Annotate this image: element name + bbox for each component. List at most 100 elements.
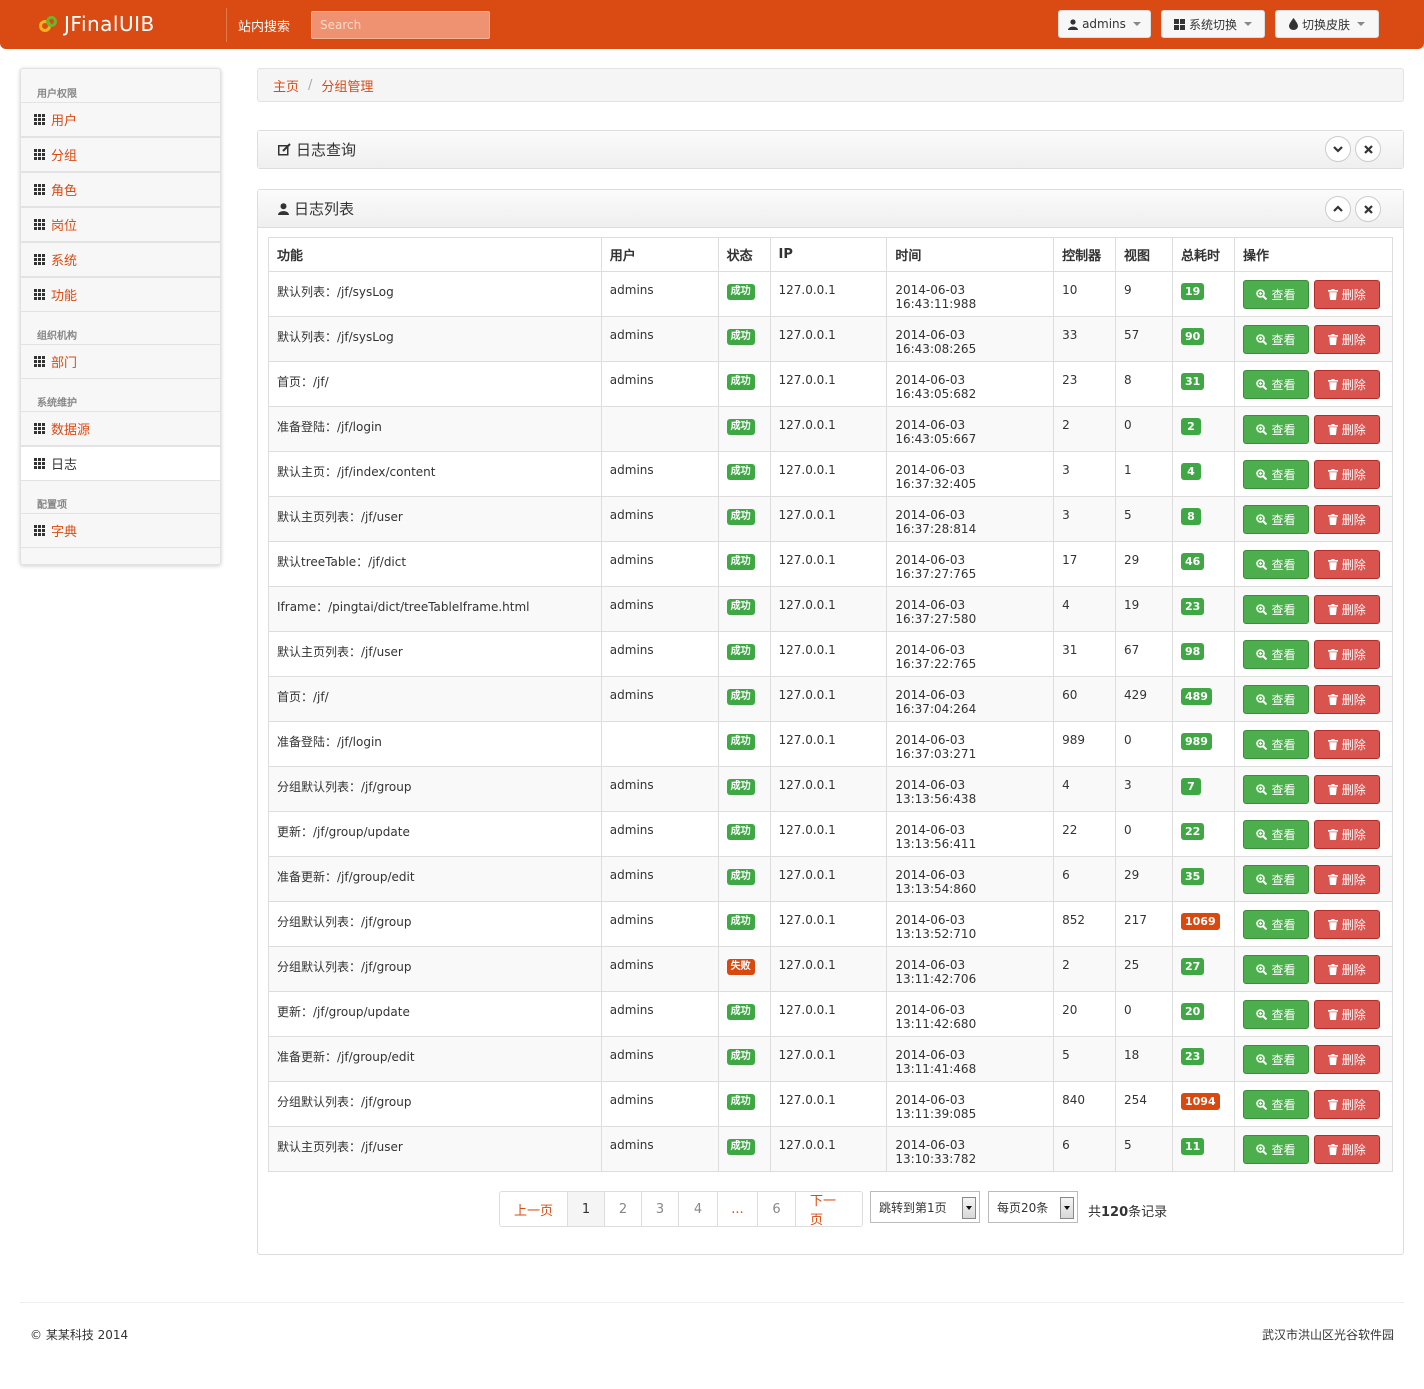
sidebar-item-roles[interactable]: 角色 <box>21 172 220 207</box>
delete-button[interactable]: 删除 <box>1313 730 1380 759</box>
user-menu-button[interactable]: admins <box>1058 10 1151 38</box>
close-panel-button[interactable] <box>1355 136 1381 162</box>
sidebar-item-logs[interactable]: 日志 <box>21 446 220 481</box>
cell-status: 成功 <box>717 811 771 857</box>
delete-button[interactable]: 删除 <box>1313 1000 1380 1029</box>
page-button-2[interactable]: 2 <box>605 1192 642 1226</box>
column-header: 时间 <box>886 237 1055 272</box>
page-ellipsis: ... <box>718 1192 758 1226</box>
delete-button[interactable]: 删除 <box>1313 910 1380 939</box>
delete-button[interactable]: 删除 <box>1313 1045 1380 1074</box>
delete-button[interactable]: 删除 <box>1313 865 1380 894</box>
trash-icon <box>1327 874 1338 885</box>
view-button-label: 查看 <box>1271 378 1296 392</box>
view-button[interactable]: 查看 <box>1242 415 1309 444</box>
cell-controller: 6 <box>1053 856 1117 902</box>
total-time-badge: 1094 <box>1180 1093 1220 1110</box>
view-button[interactable]: 查看 <box>1242 640 1309 669</box>
cell-total: 98 <box>1171 631 1235 677</box>
page-button-1[interactable]: 1 <box>568 1192 605 1226</box>
delete-button[interactable]: 删除 <box>1313 370 1380 399</box>
view-button[interactable]: 查看 <box>1242 730 1309 759</box>
sidebar-item-stations[interactable]: 岗位 <box>21 207 220 242</box>
total-time-badge: 19 <box>1180 283 1205 300</box>
view-button[interactable]: 查看 <box>1242 910 1309 939</box>
view-button[interactable]: 查看 <box>1242 820 1309 849</box>
trash-icon <box>1327 1099 1338 1110</box>
view-button[interactable]: 查看 <box>1242 775 1309 804</box>
delete-button[interactable]: 删除 <box>1313 460 1380 489</box>
delete-button[interactable]: 删除 <box>1313 685 1380 714</box>
page-size-select[interactable]: 每页20条 <box>988 1191 1078 1223</box>
page-button-3[interactable]: 3 <box>642 1192 679 1226</box>
view-button[interactable]: 查看 <box>1242 370 1309 399</box>
delete-button[interactable]: 删除 <box>1313 505 1380 534</box>
delete-button[interactable]: 删除 <box>1313 280 1380 309</box>
view-button[interactable]: 查看 <box>1242 865 1309 894</box>
page-button-6[interactable]: 6 <box>758 1192 796 1226</box>
collapse-button[interactable] <box>1325 196 1351 222</box>
sidebar-item-groups[interactable]: 分组 <box>21 137 220 172</box>
search-input[interactable] <box>311 11 490 39</box>
view-button[interactable]: 查看 <box>1242 685 1309 714</box>
status-badge: 成功 <box>726 869 755 885</box>
view-button-label: 查看 <box>1271 1098 1296 1112</box>
view-button[interactable]: 查看 <box>1242 1090 1309 1119</box>
cell-controller: 17 <box>1053 541 1117 587</box>
cell-function: 默认主页列表：/jf/user <box>268 631 602 677</box>
sidebar-item-label: 字典 <box>51 525 78 540</box>
jump-page-select[interactable]: 跳转到第1页 <box>870 1191 980 1223</box>
zoom-in-icon <box>1256 1054 1268 1065</box>
view-button[interactable]: 查看 <box>1242 505 1309 534</box>
status-badge: 成功 <box>726 1049 755 1065</box>
expand-button[interactable] <box>1325 136 1351 162</box>
view-button[interactable]: 查看 <box>1242 325 1309 354</box>
prev-page-button[interactable]: 上一页 <box>500 1192 568 1226</box>
delete-button[interactable]: 删除 <box>1313 550 1380 579</box>
sidebar-item-functions[interactable]: 功能 <box>21 277 220 312</box>
cell-ip: 127.0.0.1 <box>769 856 888 902</box>
sidebar-item-datasources[interactable]: 数据源 <box>21 411 220 446</box>
delete-button[interactable]: 删除 <box>1313 775 1380 804</box>
delete-button[interactable]: 删除 <box>1313 820 1380 849</box>
system-switch-button[interactable]: 系统切换 <box>1161 10 1265 38</box>
cell-time: 2014-06-03 13:13:56:438 <box>886 766 1055 812</box>
view-button[interactable]: 查看 <box>1242 1135 1309 1164</box>
delete-button[interactable]: 删除 <box>1313 595 1380 624</box>
cell-function: 分组默认列表：/jf/group <box>268 901 602 947</box>
sidebar-item-systems[interactable]: 系统 <box>21 242 220 277</box>
cell-total: 20 <box>1171 991 1235 1037</box>
breadcrumb: 主页 / 分组管理 <box>257 68 1404 102</box>
delete-button[interactable]: 删除 <box>1313 640 1380 669</box>
next-page-button[interactable]: 下一页 <box>796 1192 862 1226</box>
delete-button[interactable]: 删除 <box>1313 415 1380 444</box>
view-button[interactable]: 查看 <box>1242 550 1309 579</box>
view-button[interactable]: 查看 <box>1242 280 1309 309</box>
page-button-4[interactable]: 4 <box>679 1192 718 1226</box>
caret-down-icon <box>1244 22 1252 26</box>
view-button[interactable]: 查看 <box>1242 595 1309 624</box>
cell-user: admins <box>600 631 719 677</box>
sidebar-item-users[interactable]: 用户 <box>21 102 220 137</box>
zoom-in-icon <box>1256 784 1268 795</box>
brand[interactable]: JFinalUIB <box>38 9 155 39</box>
view-button[interactable]: 查看 <box>1242 1000 1309 1029</box>
view-button[interactable]: 查看 <box>1242 460 1309 489</box>
view-button[interactable]: 查看 <box>1242 1045 1309 1074</box>
view-button[interactable]: 查看 <box>1242 955 1309 984</box>
sidebar-header-organization: 组织机构 <box>37 331 77 342</box>
status-badge: 成功 <box>726 1139 755 1155</box>
skin-switch-button[interactable]: 切换皮肤 <box>1275 10 1379 38</box>
delete-button[interactable]: 删除 <box>1313 1135 1380 1164</box>
sidebar-item-departments[interactable]: 部门 <box>21 344 220 379</box>
delete-button[interactable]: 删除 <box>1313 1090 1380 1119</box>
cell-status: 成功 <box>717 631 771 677</box>
breadcrumb-home-link[interactable]: 主页 <box>273 76 299 95</box>
close-panel-button[interactable] <box>1355 196 1381 222</box>
sidebar-item-dictionary[interactable]: 字典 <box>21 513 220 548</box>
delete-button[interactable]: 删除 <box>1313 325 1380 354</box>
delete-button[interactable]: 删除 <box>1313 955 1380 984</box>
total-suffix: 条记录 <box>1128 1205 1168 1220</box>
status-badge: 成功 <box>726 689 755 705</box>
breadcrumb-current[interactable]: 分组管理 <box>321 76 373 95</box>
